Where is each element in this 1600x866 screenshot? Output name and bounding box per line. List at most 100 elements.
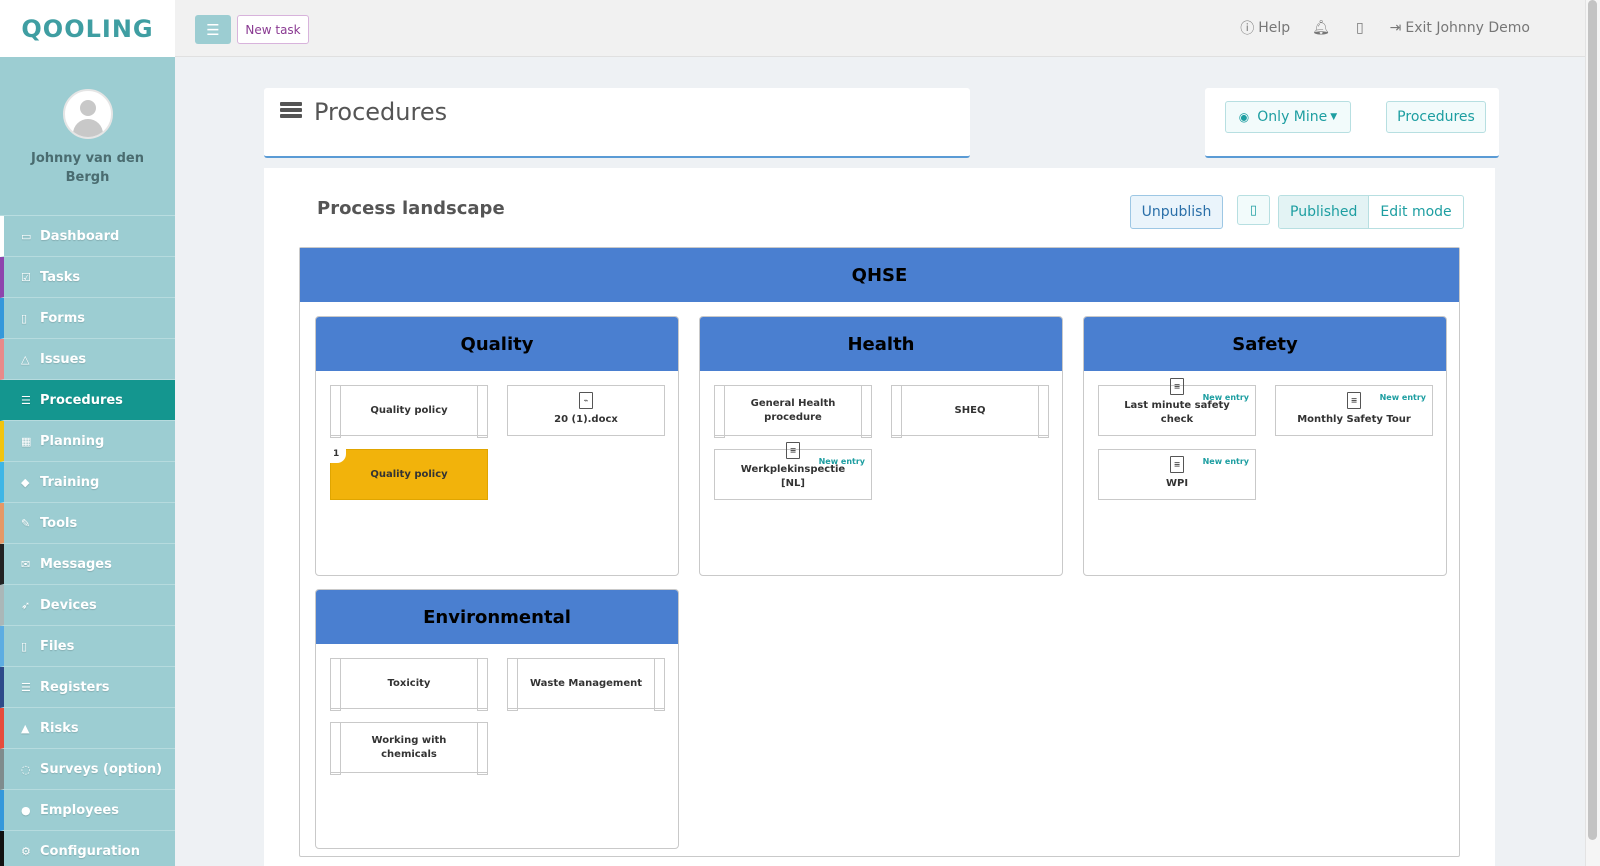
tile-monthly-safety-tour[interactable]: New entry ≡ Monthly Safety Tour — [1275, 385, 1433, 436]
group-environmental: Environmental Toxicity Waste Management … — [315, 589, 679, 849]
profile-section: Johnny van den Bergh — [0, 57, 175, 216]
tile-working-with-chemicals[interactable]: Working with chemicals — [330, 722, 488, 775]
warning-icon: ▲ — [21, 721, 30, 735]
question-circle-icon: ⓘ — [1240, 21, 1255, 37]
tile-last-minute-safety-check[interactable]: New entry ≡ Last minute safety check — [1098, 378, 1256, 436]
sidebar-item-employees[interactable]: ● Employees — [0, 790, 175, 831]
new-entry-label: New entry — [1202, 457, 1249, 466]
edit-mode-toggle[interactable]: Edit mode — [1369, 196, 1462, 228]
sidebar-item-tasks[interactable]: ☑ Tasks — [0, 257, 175, 298]
sign-out-icon: ⇥ — [1389, 20, 1402, 36]
tile-wpi[interactable]: New entry ≡ WPI — [1098, 449, 1256, 500]
sidebar-item-messages[interactable]: ✉ Messages — [0, 544, 175, 585]
scrollbar-thumb[interactable] — [1588, 0, 1597, 840]
monitor-icon: ▭ — [21, 229, 32, 243]
comment-icon: ◌ — [21, 762, 31, 776]
group-header-safety[interactable]: Safety — [1084, 317, 1446, 371]
sidebar-item-dashboard[interactable]: ▭ Dashboard — [0, 216, 175, 257]
page-title: Procedures — [314, 98, 448, 126]
new-entry-label: New entry — [1202, 393, 1249, 402]
sidebar-item-procedures[interactable]: ☰ Procedures — [0, 380, 175, 421]
new-task-button[interactable]: New task — [237, 15, 309, 44]
document-icon: ≡ — [1170, 378, 1184, 395]
building-icon: ▯ — [1355, 20, 1364, 36]
new-entry-label: New entry — [818, 457, 865, 466]
menu-toggle-button[interactable]: ☰ — [195, 15, 231, 44]
logo-container[interactable]: QOOLING — [0, 0, 175, 57]
sidebar-item-devices[interactable]: ➶ Devices — [0, 585, 175, 626]
caret-down-icon: ▼ — [1330, 112, 1338, 122]
document-icon: ≡ — [1347, 392, 1361, 409]
page-title-panel: Procedures — [264, 88, 970, 158]
exit-demo-link[interactable]: ⇥ Exit Johnny Demo — [1390, 20, 1530, 36]
bell-icon: 🔔︎ — [1312, 20, 1330, 36]
group-header-quality[interactable]: Quality — [316, 317, 678, 371]
only-mine-dropdown[interactable]: ◉ Only Mine ▼ — [1225, 101, 1351, 133]
checkbox-icon: ☑ — [21, 270, 31, 284]
sidebar-item-forms[interactable]: ▯ Forms — [0, 298, 175, 339]
group-health: Health General Health procedure SHEQ New… — [699, 316, 1063, 576]
qhse-header[interactable]: QHSE — [300, 248, 1459, 302]
group-header-environmental[interactable]: Environmental — [316, 590, 678, 644]
pdf-file-icon: ⌁ — [579, 392, 593, 409]
wrench-icon: ✎ — [21, 516, 31, 530]
rocket-icon: ➶ — [21, 598, 31, 612]
tile-quality-policy[interactable]: Quality policy — [330, 385, 488, 438]
tile-20-1-docx[interactable]: ⌁ 20 (1).docx — [507, 385, 665, 436]
sidebar-item-surveys[interactable]: ◌ Surveys (option) — [0, 749, 175, 790]
procedures-button[interactable]: Procedures — [1386, 101, 1486, 133]
bell-icon: △ — [21, 352, 30, 366]
procedures-icon — [280, 102, 302, 122]
sidebar-nav: ▭ Dashboard ☑ Tasks ▯ Forms △ Issues ☰ Proced… — [0, 216, 175, 866]
envelope-icon: ✉ — [21, 557, 31, 571]
filter-panel: ◉ Only Mine ▼ Procedures — [1205, 88, 1499, 158]
tile-sheq[interactable]: SHEQ — [891, 385, 1049, 438]
document-icon: ≡ — [1170, 456, 1184, 473]
list-icon: ☰ — [21, 393, 31, 407]
tile-general-health-procedure[interactable]: General Health procedure — [714, 385, 872, 438]
profile-name: Johnny van den Bergh — [31, 151, 144, 185]
sidebar-item-tools[interactable]: ✎ Tools — [0, 503, 175, 544]
sidebar: QOOLING Johnny van den Bergh ▭ Dashboard … — [0, 0, 175, 866]
group-header-health[interactable]: Health — [700, 317, 1062, 371]
published-toggle[interactable]: Published — [1279, 196, 1370, 228]
sidebar-item-files[interactable]: ▯ Files — [0, 626, 175, 667]
building-button[interactable]: ▯ — [1356, 20, 1368, 36]
document-icon: ▯ — [21, 639, 28, 653]
pdf-export-button[interactable]: ▯ — [1237, 195, 1270, 225]
process-landscape-title: Process landscape — [317, 198, 505, 219]
calendar-icon: ▦ — [21, 434, 32, 448]
graduation-icon: ◆ — [21, 475, 30, 489]
list-icon: ☰ — [21, 680, 31, 694]
page-scrollbar[interactable] — [1585, 0, 1600, 866]
tile-waste-management[interactable]: Waste Management — [507, 658, 665, 711]
sidebar-item-registers[interactable]: ☰ Registers — [0, 667, 175, 708]
tile-werkplekinspectie[interactable]: New entry ≡ Werkplekinspectie [NL] — [714, 442, 872, 500]
document-icon: ≡ — [786, 442, 800, 459]
file-icon: ▯ — [21, 311, 28, 325]
hamburger-icon: ☰ — [206, 20, 220, 39]
group-safety: Safety New entry ≡ Last minute safety ch… — [1083, 316, 1447, 576]
sidebar-item-risks[interactable]: ▲ Risks — [0, 708, 175, 749]
pdf-icon: ▯ — [1249, 202, 1258, 218]
notifications-button[interactable]: 🔔︎ — [1312, 20, 1334, 36]
avatar[interactable] — [62, 89, 113, 139]
sidebar-item-issues[interactable]: △ Issues — [0, 339, 175, 380]
app-logo: QOOLING — [21, 14, 154, 43]
tile-quality-policy-highlighted[interactable]: 1 Quality policy — [329, 448, 488, 500]
qhse-container: QHSE Quality Quality policy ⌁ 20 (1).doc… — [299, 247, 1460, 857]
topbar-actions: ⓘ Help 🔔︎ ▯ ⇥ Exit Johnny Demo — [1218, 18, 1530, 38]
gear-icon: ⚙ — [21, 844, 31, 858]
eye-slash-icon: ◉ — [1238, 110, 1250, 124]
users-icon: ● — [21, 803, 31, 817]
group-quality: Quality Quality policy ⌁ 20 (1).docx 1 Q… — [315, 316, 679, 576]
sidebar-item-planning[interactable]: ▦ Planning — [0, 421, 175, 462]
mode-toggle: Published Edit mode — [1278, 195, 1464, 229]
help-link[interactable]: ⓘ Help — [1240, 18, 1290, 38]
new-entry-label: New entry — [1379, 393, 1426, 402]
sidebar-item-training[interactable]: ◆ Training — [0, 462, 175, 503]
topbar: ☰ New task ⓘ Help 🔔︎ ▯ ⇥ Exit Johnny Demo — [175, 0, 1585, 57]
unpublish-button[interactable]: Unpublish — [1130, 195, 1223, 229]
tile-toxicity[interactable]: Toxicity — [330, 658, 488, 711]
sidebar-item-configuration[interactable]: ⚙ Configuration — [0, 831, 175, 866]
